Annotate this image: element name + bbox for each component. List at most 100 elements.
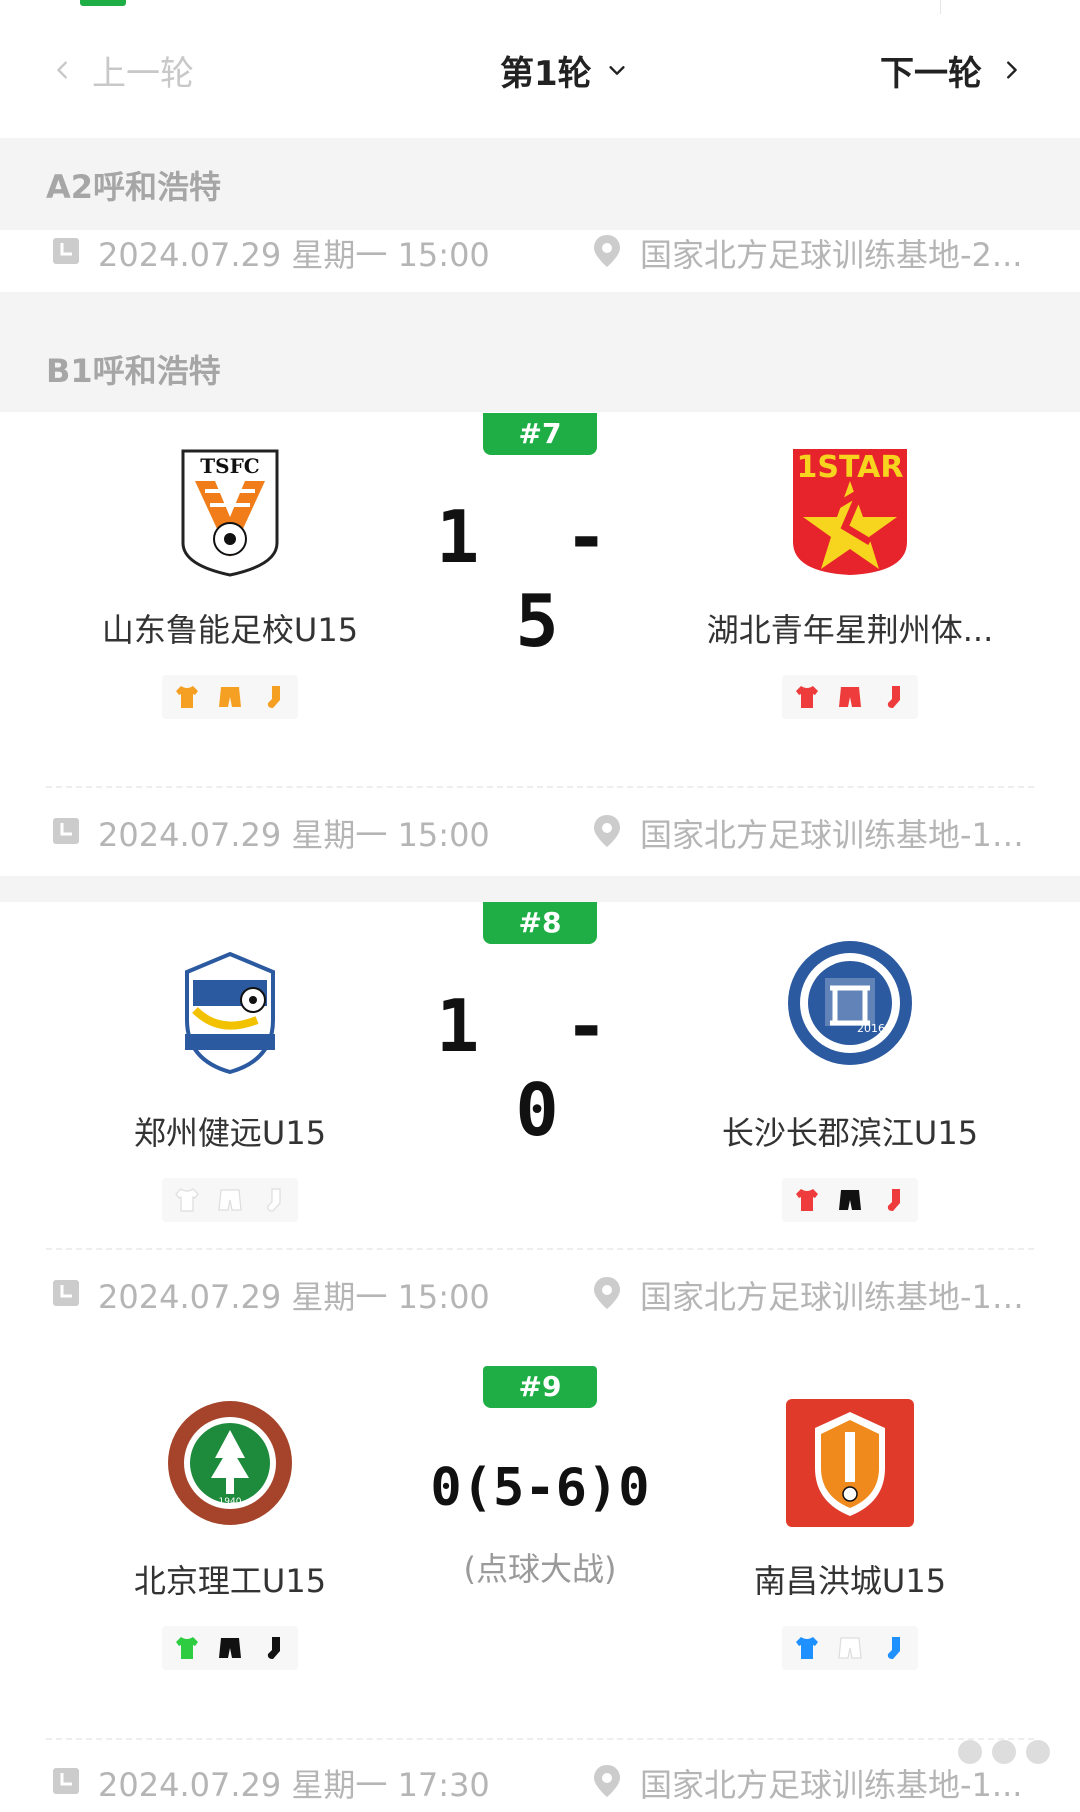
shirt-icon xyxy=(176,1637,199,1659)
match-info-row: 2024.07.29 星期一 17:30 国家北方足球训练基地-1... xyxy=(0,1752,1080,1812)
team-name: 南昌洪城U15 xyxy=(753,1562,947,1600)
home-team[interactable]: TSFC 山东鲁能足校U15 xyxy=(40,447,420,737)
next-round-label: 下一轮 xyxy=(880,53,982,94)
away-team[interactable]: 2016 长沙长郡滨江U15 xyxy=(660,938,1040,1228)
team-logo: 1940 xyxy=(168,1401,292,1525)
match-venue: 国家北方足球训练基地-2... xyxy=(640,236,1023,274)
away-team[interactable]: 1STAR 湖北青年星荆州体... xyxy=(660,447,1040,737)
team-logo xyxy=(185,951,275,1075)
watermark-dot xyxy=(1026,1740,1050,1764)
match-venue: 国家北方足球训练基地-13... xyxy=(640,816,1038,854)
location-pin-icon xyxy=(594,1765,620,1797)
group-title: B1呼和浩特 xyxy=(46,352,221,390)
team-name: 山东鲁能足校U15 xyxy=(101,611,359,649)
match-score: 0(5-6)0 xyxy=(420,1458,660,1518)
away-score: 0 xyxy=(515,1068,565,1152)
section-gap xyxy=(0,876,1080,902)
group-title: A2呼和浩特 xyxy=(46,168,222,206)
location-pin-icon xyxy=(594,1277,620,1309)
shorts-icon xyxy=(218,687,241,707)
logo-text: 2016 xyxy=(857,1022,885,1035)
watermark-dot xyxy=(992,1740,1016,1764)
socks-icon xyxy=(267,1637,280,1659)
logo-text: 1940 xyxy=(219,1497,242,1507)
match-score: 1 - 0 xyxy=(420,984,660,1152)
active-tab-indicator xyxy=(80,0,126,6)
chevron-right-icon xyxy=(1007,61,1017,79)
score-separator: - xyxy=(564,495,615,579)
match-card[interactable]: #7 TSFC 山东鲁能足校U15 1 - 5 1STAR 湖北青年星荆州体..… xyxy=(0,413,1080,793)
match-venue: 国家北方足球训练基地-14... xyxy=(640,1278,1038,1316)
prev-round-button[interactable]: 上一轮 xyxy=(52,40,194,100)
shirt-icon xyxy=(796,1189,819,1211)
shirt-icon xyxy=(796,1637,819,1659)
shorts-icon xyxy=(218,1189,242,1211)
kit-shirt xyxy=(176,686,199,708)
team-kit xyxy=(782,1178,918,1222)
match-info-row: 2024.07.29 星期一 15:00 国家北方足球训练基地-14... xyxy=(0,1264,1080,1324)
match-date: 2024.07.29 星期一 15:00 xyxy=(98,236,490,274)
socks-icon xyxy=(266,1188,281,1212)
socks-icon xyxy=(887,1189,900,1211)
shirt-icon xyxy=(176,686,199,708)
socks-icon xyxy=(267,686,280,708)
next-round-button[interactable]: 下一轮 xyxy=(880,40,1022,100)
match-number-badge: #7 xyxy=(483,413,597,455)
chevron-down-icon xyxy=(609,66,625,75)
clock-icon xyxy=(53,1768,79,1794)
team-kit xyxy=(782,675,918,719)
location-pin-icon xyxy=(594,235,620,267)
divider xyxy=(940,0,941,14)
team-kit xyxy=(162,675,298,719)
shorts-icon xyxy=(838,1190,861,1210)
match-card[interactable]: #9 1940 北京理工U15 0(5-6)0 (点球大战) 南昌洪城U15 xyxy=(0,1366,1080,1746)
match-score: 1 - 5 xyxy=(420,495,660,663)
match-info-row: 2024.07.29 星期一 15:00 国家北方足球训练基地-2... xyxy=(0,222,1080,282)
divider xyxy=(46,786,1034,788)
divider xyxy=(46,1738,1034,1740)
home-team[interactable]: 郑州健远U15 xyxy=(40,950,420,1240)
watermark-dot xyxy=(958,1740,982,1764)
group-header-a2: A2呼和浩特 xyxy=(0,138,1080,230)
home-score: 1 xyxy=(435,984,486,1068)
clock-icon xyxy=(53,238,79,264)
shorts-icon xyxy=(218,1638,241,1658)
round-selector[interactable]: 第1轮 xyxy=(500,40,628,100)
match-venue: 国家北方足球训练基地-1... xyxy=(640,1766,1023,1804)
shorts-icon xyxy=(838,1637,862,1659)
shirt-icon xyxy=(796,686,819,708)
team-kit xyxy=(782,1626,918,1670)
group-header-b1: B1呼和浩特 xyxy=(0,292,1080,412)
team-logo: TSFC xyxy=(181,449,279,577)
location-pin-icon xyxy=(594,815,620,847)
match-date: 2024.07.29 星期一 15:00 xyxy=(98,816,490,854)
prev-round-label: 上一轮 xyxy=(92,53,194,94)
current-round-label: 第1轮 xyxy=(500,53,592,94)
team-name: 湖北青年星荆州体... xyxy=(706,611,994,649)
logo-text: TSFC xyxy=(200,454,259,478)
team-logo xyxy=(786,1399,914,1527)
match-card[interactable]: #8 郑州健远U15 1 - 0 2016 长沙长郡滨江U15 xyxy=(0,902,1080,1282)
team-kit xyxy=(162,1178,298,1222)
away-team[interactable]: 南昌洪城U15 xyxy=(660,1398,1040,1688)
match-date: 2024.07.29 星期一 17:30 xyxy=(98,1766,490,1804)
socks-icon xyxy=(887,686,900,708)
shirt-icon xyxy=(175,1188,200,1212)
watermark xyxy=(958,1740,1050,1764)
shorts-icon xyxy=(838,687,861,707)
round-navigator: 上一轮 第1轮 下一轮 xyxy=(0,14,1080,124)
team-name: 长沙长郡滨江U15 xyxy=(721,1114,979,1152)
penalty-score: 0(5-6)0 xyxy=(430,1458,650,1518)
team-name: 北京理工U15 xyxy=(133,1562,327,1600)
away-score: 5 xyxy=(515,579,565,663)
match-date: 2024.07.29 星期一 15:00 xyxy=(98,1278,490,1316)
match-info-row: 2024.07.29 星期一 15:00 国家北方足球训练基地-13... xyxy=(0,802,1080,862)
divider xyxy=(46,1248,1034,1250)
clock-icon xyxy=(53,818,79,844)
match-number-badge: #9 xyxy=(483,1366,597,1408)
penalty-note: (点球大战) xyxy=(463,1550,617,1588)
home-score: 1 xyxy=(435,495,486,579)
team-logo: 2016 xyxy=(788,941,912,1065)
home-team[interactable]: 1940 北京理工U15 xyxy=(40,1398,420,1688)
logo-text: 1STAR xyxy=(797,450,904,485)
